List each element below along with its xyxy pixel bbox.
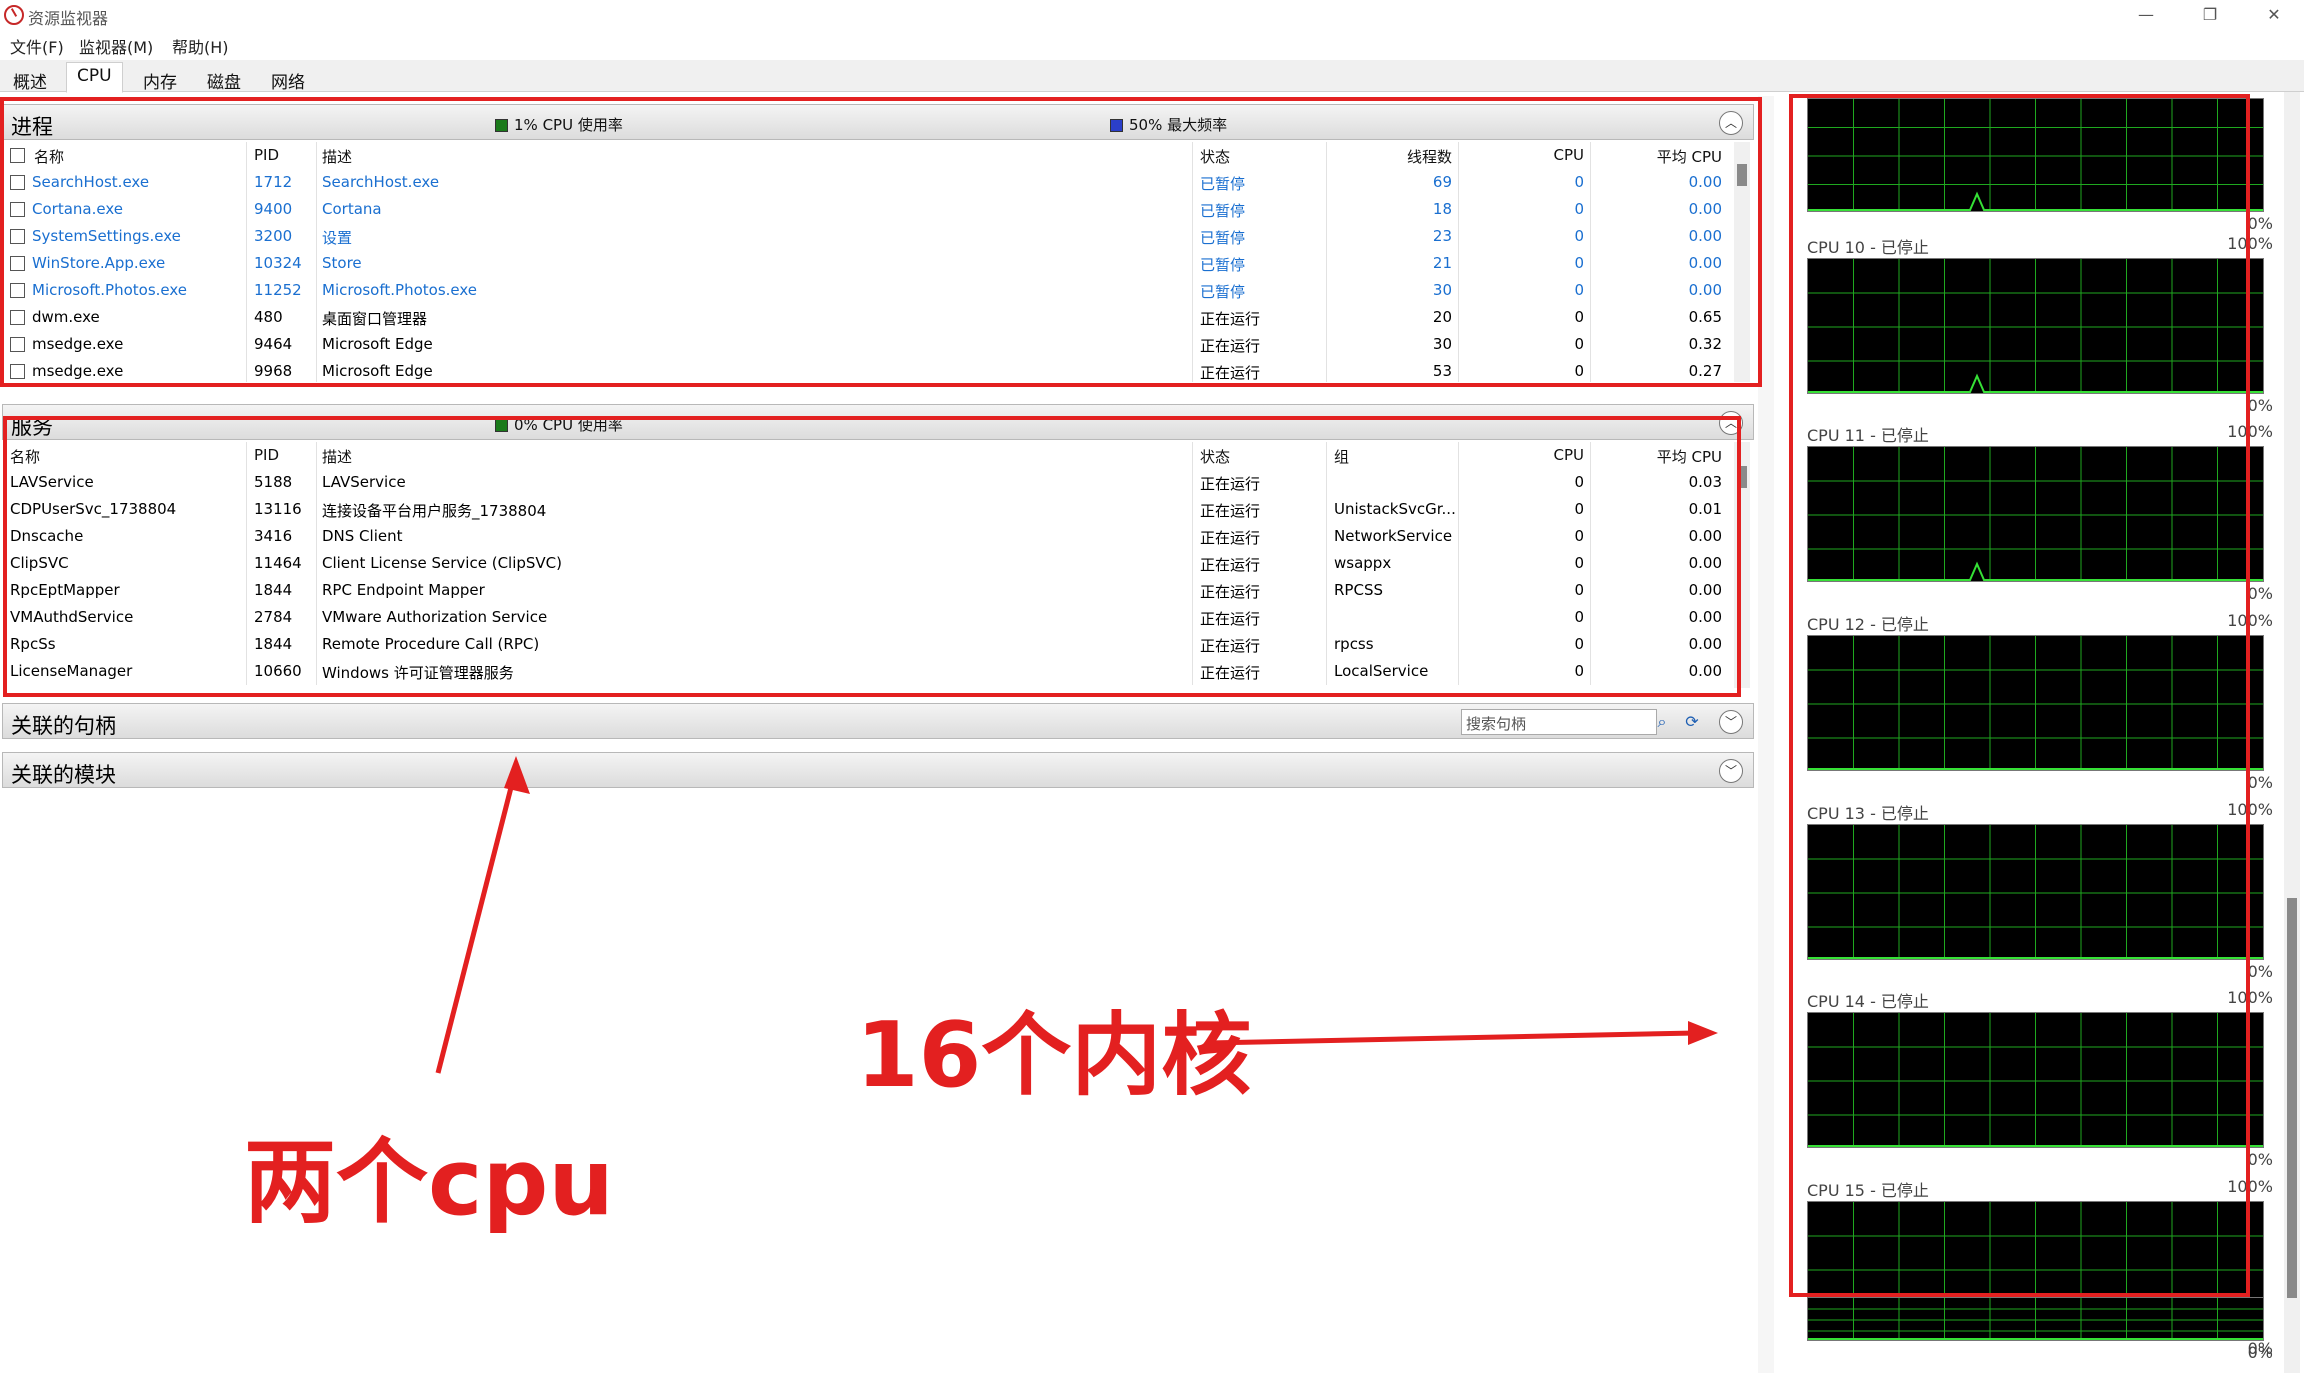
arrow-head-right (1688, 1021, 1718, 1045)
arrow-head-up (504, 756, 530, 794)
cores-annotation: 16个内核 (856, 1003, 1252, 1108)
arrow-to-processes (435, 767, 519, 1074)
arrow-to-cores (1207, 1030, 1697, 1046)
cpus-annotation: 两个cpu (244, 1129, 614, 1236)
